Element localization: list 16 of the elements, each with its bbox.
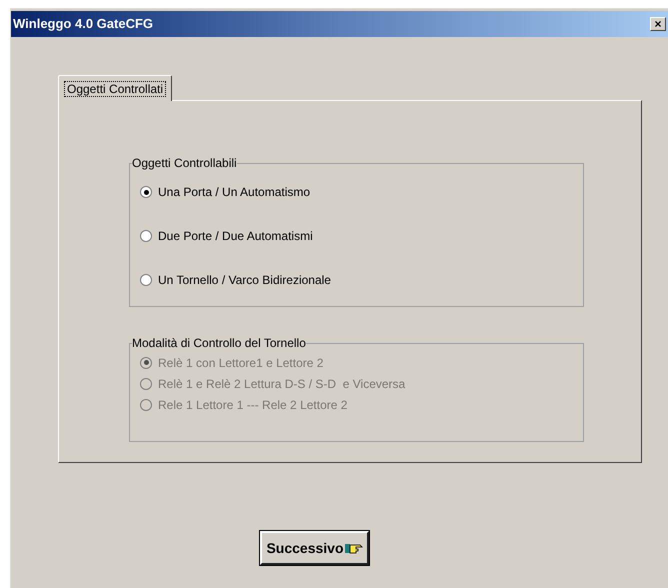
next-button[interactable]: Successivo bbox=[260, 531, 369, 565]
group-title: Oggetti Controllabili bbox=[132, 156, 237, 170]
radio-button[interactable] bbox=[140, 186, 152, 198]
radio-button[interactable] bbox=[140, 230, 152, 242]
tab[interactable]: Oggetti Controllati bbox=[58, 75, 172, 101]
window-title: Winleggo 4.0 GateCFG bbox=[12, 15, 154, 34]
group-title: Modalità di Controllo del Tornello bbox=[132, 336, 306, 350]
radio-label: Relè 1 con Lettore1 e Lettore 2 bbox=[158, 354, 324, 372]
radio-label: Una Porta / Un Automatismo bbox=[158, 184, 310, 201]
radio-label: Rele 1 Lettore 1 --- Rele 2 Lettore 2 bbox=[158, 396, 348, 414]
pointing-hand-icon bbox=[344, 542, 363, 554]
radio-label: Un Tornello / Varco Bidirezionale bbox=[158, 272, 331, 289]
radio-label: Due Porte / Due Automatismi bbox=[158, 228, 313, 245]
close-button[interactable]: × bbox=[650, 17, 666, 31]
radio-button[interactable] bbox=[140, 274, 152, 286]
radio-label: Relè 1 e Relè 2 Lettura D-S / S-D e Viceversa bbox=[158, 376, 406, 392]
